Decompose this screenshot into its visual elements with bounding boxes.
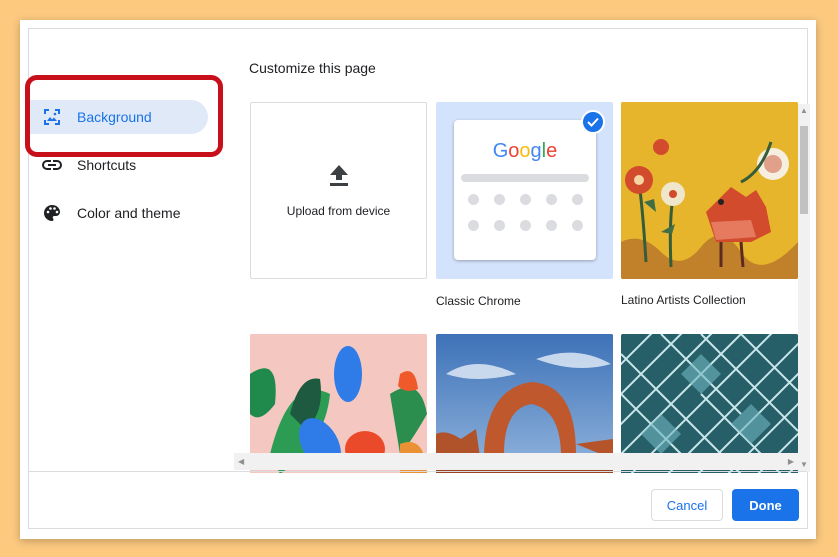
customize-dialog: Customize this page Background Shortcuts <box>20 20 816 539</box>
horizontal-scrollbar[interactable]: ◀ ▶ <box>234 453 798 470</box>
scroll-left-icon[interactable]: ◀ <box>238 457 244 466</box>
scroll-right-icon[interactable]: ▶ <box>788 457 794 466</box>
vertical-scroll-thumb[interactable] <box>800 126 808 214</box>
upload-tile[interactable]: Upload from device <box>250 102 427 279</box>
scroll-up-icon[interactable]: ▲ <box>800 106 808 115</box>
google-logo: Google <box>492 140 558 162</box>
sidebar-item-color-theme[interactable]: Color and theme <box>28 196 208 230</box>
dialog-title: Customize this page <box>249 60 376 76</box>
sidebar-item-label: Background <box>77 109 152 125</box>
selected-check-icon <box>581 110 605 134</box>
shortcut-dots <box>468 194 584 231</box>
palette-icon <box>41 202 63 224</box>
done-button[interactable]: Done <box>732 489 799 521</box>
latino-artists-artwork <box>621 102 798 279</box>
vertical-scrollbar[interactable]: ▲ ▼ <box>798 104 810 472</box>
upload-icon <box>328 163 350 192</box>
sidebar-item-shortcuts[interactable]: Shortcuts <box>28 148 208 182</box>
upload-label: Upload from device <box>286 204 391 218</box>
tile-label: Classic Chrome <box>436 294 521 308</box>
link-icon <box>41 154 63 176</box>
chrome-preview: Google <box>454 120 596 260</box>
sidebar: Background Shortcuts Color and theme <box>28 100 208 244</box>
classic-chrome-tile[interactable]: Google <box>436 102 613 279</box>
search-bar-preview <box>461 174 589 182</box>
latino-artists-tile[interactable] <box>621 102 798 279</box>
background-grid: Upload from device Google Classic Chrome <box>250 102 810 473</box>
sidebar-item-label: Color and theme <box>77 205 181 221</box>
scroll-down-icon[interactable]: ▼ <box>800 460 808 469</box>
footer-divider <box>29 471 807 472</box>
tile-label: Latino Artists Collection <box>621 293 746 307</box>
background-icon <box>41 106 63 128</box>
sidebar-item-background[interactable]: Background <box>28 100 208 134</box>
sidebar-item-label: Shortcuts <box>77 157 137 173</box>
cancel-button[interactable]: Cancel <box>651 489 723 521</box>
